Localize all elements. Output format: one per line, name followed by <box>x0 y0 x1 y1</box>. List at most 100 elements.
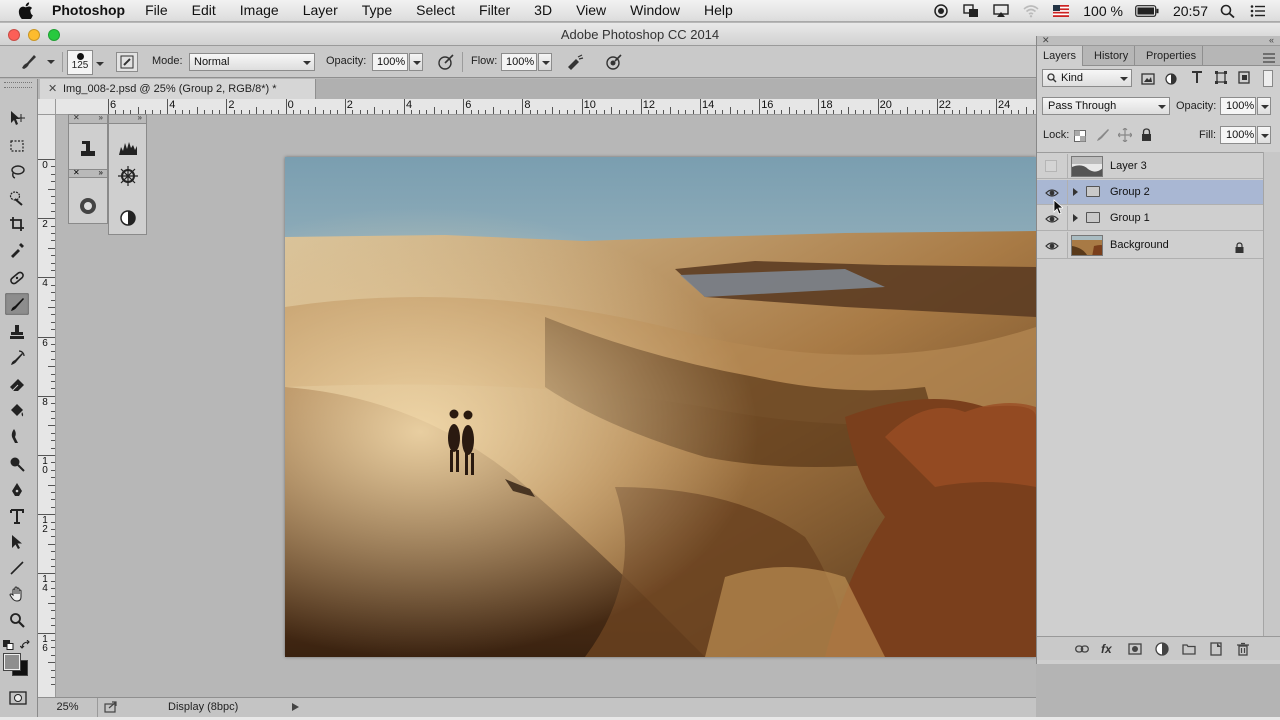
pressure-opacity-icon[interactable] <box>436 53 456 71</box>
layer-opacity-input[interactable]: 100% <box>1220 97 1256 115</box>
brush-tool-preset-icon[interactable] <box>18 52 40 72</box>
expand-group-arrow-icon[interactable] <box>1073 214 1078 222</box>
opacity-slider-dropdown[interactable] <box>409 53 423 71</box>
layer-opacity-dropdown[interactable] <box>1257 97 1271 115</box>
zoom-level-field[interactable]: 25% <box>38 698 98 717</box>
tab-layers[interactable]: Layers <box>1037 46 1084 66</box>
eraser-tool[interactable] <box>5 373 29 395</box>
brush-picker-dropdown[interactable] <box>93 55 105 69</box>
foreground-color-swatch[interactable] <box>3 653 21 671</box>
brush-tool[interactable] <box>5 293 29 315</box>
add-mask-icon[interactable] <box>1128 642 1142 656</box>
clone-stamp-tool[interactable] <box>5 321 29 343</box>
line-tool[interactable] <box>5 557 29 579</box>
close-document-icon[interactable]: ✕ <box>48 79 57 99</box>
menu-image[interactable]: Image <box>240 2 279 18</box>
layers-scrollbar[interactable] <box>1263 152 1280 636</box>
histogram-icon[interactable] <box>117 137 139 159</box>
menu-app-name[interactable]: Photoshop <box>52 2 125 18</box>
color-wheel-icon[interactable] <box>77 195 99 217</box>
layer-row-group-1[interactable]: Group 1 <box>1037 206 1263 231</box>
menu-window[interactable]: Window <box>630 2 680 18</box>
quick-mask-icon[interactable] <box>9 691 27 705</box>
menu-layer[interactable]: Layer <box>303 2 338 18</box>
us-flag-icon[interactable] <box>1053 4 1070 18</box>
airplay-icon[interactable] <box>993 4 1009 18</box>
wifi-icon[interactable] <box>1023 4 1039 18</box>
quick-selection-tool[interactable] <box>5 187 29 209</box>
tab-history[interactable]: History <box>1088 46 1136 66</box>
mini-panel-subheader[interactable]: ✕» <box>69 168 107 178</box>
fill-dropdown[interactable] <box>1257 126 1271 144</box>
layer-visibility-toggle-off[interactable] <box>1045 160 1057 172</box>
expand-group-arrow-icon[interactable] <box>1073 188 1078 196</box>
layer-thumbnail[interactable] <box>1071 235 1103 256</box>
filter-shape-layers-icon[interactable] <box>1215 71 1227 84</box>
tool-preset-dropdown[interactable] <box>44 53 58 71</box>
layer-name[interactable]: Group 2 <box>1110 186 1150 198</box>
history-panel-icon[interactable] <box>77 137 99 159</box>
fill-input[interactable]: 100% <box>1220 126 1256 144</box>
history-brush-tool[interactable] <box>5 347 29 369</box>
close-window-button[interactable] <box>8 29 20 41</box>
filter-type-layers-icon[interactable] <box>1191 71 1203 84</box>
layer-name[interactable]: Group 1 <box>1110 212 1150 224</box>
adjustments-icon[interactable] <box>117 207 139 229</box>
zoom-tool[interactable] <box>5 609 29 631</box>
window-sharing-icon[interactable] <box>963 4 979 18</box>
battery-percentage[interactable]: 100 % <box>1083 3 1123 19</box>
layer-name[interactable]: Background <box>1110 239 1169 251</box>
lock-image-pixels-icon[interactable] <box>1096 128 1110 142</box>
new-layer-icon[interactable] <box>1209 642 1223 656</box>
crop-tool[interactable] <box>5 213 29 235</box>
flow-input[interactable]: 100% <box>501 53 537 71</box>
filter-toggle-switch[interactable] <box>1263 70 1273 87</box>
panel-dock-grip[interactable]: ✕ « <box>1037 35 1280 46</box>
layer-row-background[interactable]: Background <box>1037 232 1263 259</box>
blur-tool[interactable] <box>5 425 29 447</box>
apple-logo-icon[interactable] <box>18 2 33 19</box>
eye-icon[interactable] <box>1045 186 1059 198</box>
opacity-input[interactable]: 100% <box>372 53 408 71</box>
navigator-icon[interactable] <box>117 165 139 187</box>
clock[interactable]: 20:57 <box>1173 3 1208 19</box>
spotlight-search-icon[interactable] <box>1220 4 1236 19</box>
status-menu-arrow-icon[interactable] <box>292 703 299 711</box>
filter-smart-objects-icon[interactable] <box>1238 71 1250 84</box>
eye-icon[interactable] <box>1045 239 1059 251</box>
document-canvas-image[interactable] <box>285 157 1036 657</box>
vertical-ruler[interactable]: 0 2 4 6 8 10 12 14 16 <box>38 115 56 697</box>
menu-edit[interactable]: Edit <box>192 2 216 18</box>
panel-dock-close-icon[interactable]: ✕ <box>1042 35 1050 46</box>
menu-help[interactable]: Help <box>704 2 733 18</box>
ruler-origin[interactable] <box>38 99 56 115</box>
layer-thumbnail[interactable] <box>1071 156 1103 177</box>
mode-select[interactable]: Normal <box>189 53 315 71</box>
layer-name[interactable]: Layer 3 <box>1110 160 1147 172</box>
menu-file[interactable]: File <box>145 2 168 18</box>
swap-colors-icon[interactable] <box>19 637 32 649</box>
horizontal-ruler[interactable]: 6 4 2 0 2 4 6 8 10 12 14 16 18 20 22 24 <box>56 99 1036 115</box>
tab-properties[interactable]: Properties <box>1140 46 1204 66</box>
lock-transparent-pixels-icon[interactable] <box>1074 129 1086 142</box>
export-icon[interactable] <box>104 701 118 713</box>
dodge-tool[interactable] <box>5 453 29 475</box>
mini-panel-header[interactable]: » <box>109 113 146 124</box>
menu-filter[interactable]: Filter <box>479 2 510 18</box>
move-tool[interactable] <box>5 107 29 129</box>
pressure-size-icon[interactable] <box>604 53 624 71</box>
document-tab[interactable]: ✕ Img_008-2.psd @ 25% (Group 2, RGB/8*) … <box>40 79 316 99</box>
mini-panel-header[interactable]: ✕» <box>69 113 107 124</box>
layer-row-group-2[interactable]: Group 2 <box>1037 180 1263 205</box>
blend-mode-select[interactable]: Pass Through <box>1042 97 1170 115</box>
layer-row-layer-3[interactable]: Layer 3 <box>1037 154 1263 179</box>
lock-position-icon[interactable] <box>1117 127 1133 143</box>
brush-size-picker[interactable]: 125 <box>67 50 93 75</box>
default-colors-icon[interactable] <box>3 637 15 650</box>
menu-select[interactable]: Select <box>416 2 455 18</box>
layer-styles-fx-icon[interactable]: fx <box>1101 642 1115 656</box>
notification-center-icon[interactable] <box>1250 4 1266 18</box>
mini-panel-collapse-icon[interactable]: » <box>99 113 103 122</box>
brush-panel-toggle-icon[interactable] <box>116 52 138 72</box>
new-adjustment-layer-icon[interactable] <box>1155 642 1169 656</box>
